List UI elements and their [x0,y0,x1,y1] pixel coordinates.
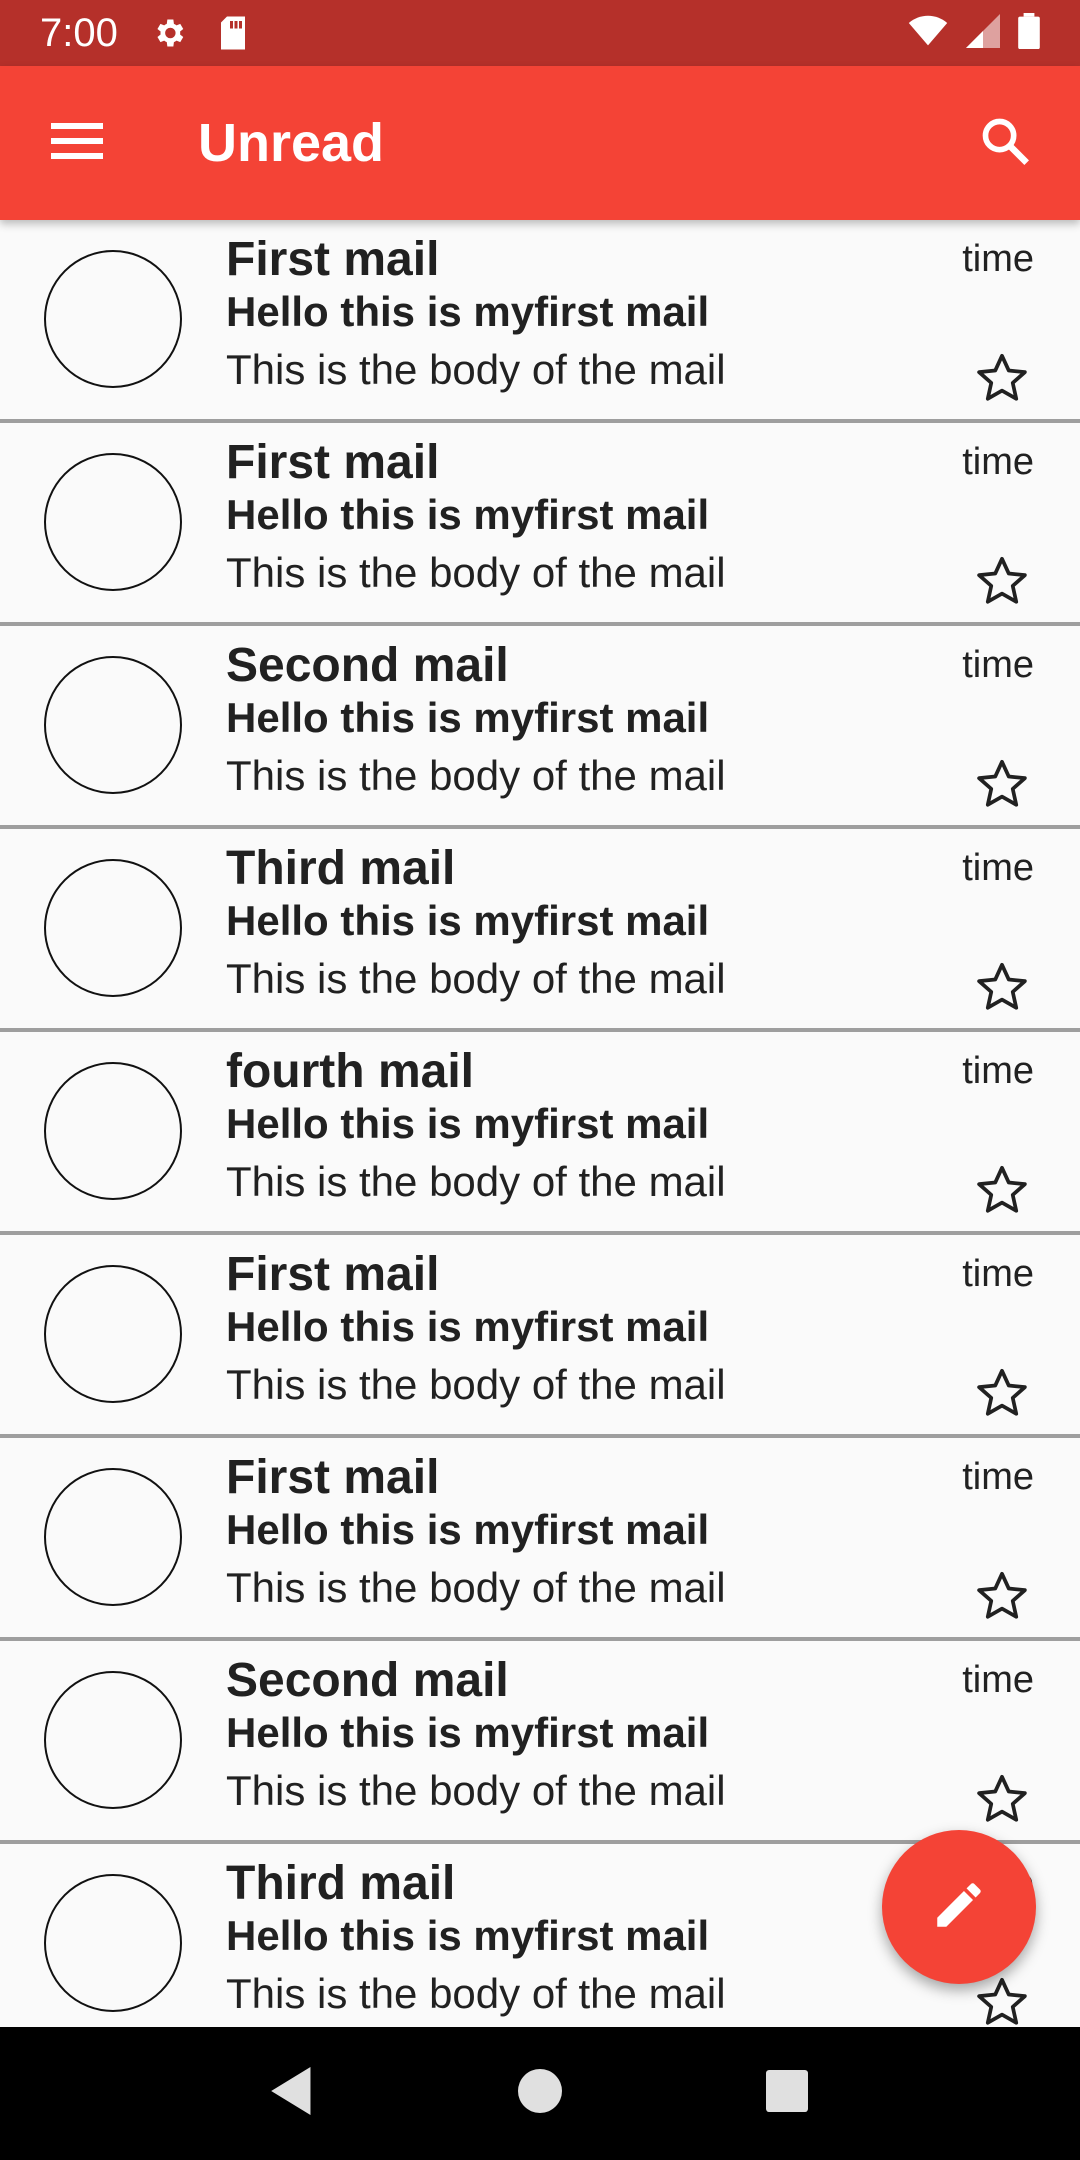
star-icon [974,1974,1030,2028]
star-button[interactable] [970,957,1034,1021]
avatar [44,1062,182,1200]
star-icon [974,756,1030,817]
avatar [44,859,182,997]
mail-sender: Second mail [226,1654,509,1707]
mail-time: time [962,1659,1034,1701]
home-button[interactable] [495,2049,585,2139]
mail-body: This is the body of the mail [226,1361,726,1408]
mail-body: This is the body of the mail [226,549,726,596]
avatar [44,250,182,388]
menu-button[interactable] [38,104,116,182]
mail-time: time [962,1253,1034,1295]
mail-time: time [962,238,1034,280]
star-button[interactable] [970,1566,1034,1630]
avatar [44,1265,182,1403]
star-button[interactable] [970,1769,1034,1833]
battery-icon [1018,12,1040,54]
avatar [44,1468,182,1606]
star-button[interactable] [970,1160,1034,1224]
mail-body: This is the body of the mail [226,1564,726,1611]
mail-body: This is the body of the mail [226,346,726,393]
mail-list-item[interactable]: fourth mail Hello this is myfirst mail T… [0,1032,1080,1235]
wifi-icon [908,15,948,52]
mail-body: This is the body of the mail [226,752,726,799]
menu-icon [51,121,103,166]
mail-sender: Third mail [226,842,456,895]
mail-list-item[interactable]: First mail Hello this is myfirst mail Th… [0,1438,1080,1641]
pencil-icon [930,1876,988,1939]
back-icon [270,2067,316,2120]
navigation-bar [0,2027,1080,2160]
star-button[interactable] [970,348,1034,412]
mail-time: time [962,1050,1034,1092]
star-icon [974,1568,1030,1629]
mail-time: time [962,1456,1034,1498]
mail-subject: Hello this is myfirst mail [226,491,710,538]
star-button[interactable] [970,754,1034,818]
mail-subject: Hello this is myfirst mail [226,1303,710,1350]
avatar [44,453,182,591]
sd-card-icon [214,14,252,52]
mail-body: This is the body of the mail [226,1767,726,1814]
mail-list-item[interactable]: First mail Hello this is myfirst mail Th… [0,423,1080,626]
mail-list-item[interactable]: Third mail Hello this is myfirst mail Th… [0,829,1080,1032]
mail-list-item[interactable]: First mail Hello this is myfirst mail Th… [0,1235,1080,1438]
mail-list-item[interactable]: First mail Hello this is myfirst mail Th… [0,220,1080,423]
compose-button[interactable] [882,1830,1036,1984]
mail-subject: Hello this is myfirst mail [226,288,710,335]
avatar [44,1671,182,1809]
gear-icon [150,14,188,52]
page-title: Unread [198,113,385,173]
recents-button[interactable] [742,2049,832,2139]
search-button[interactable] [960,98,1050,188]
recents-icon [765,2070,808,2117]
mail-list[interactable]: First mail Hello this is myfirst mail Th… [0,220,1080,2027]
mail-sender: First mail [226,436,440,489]
search-icon [979,115,1031,172]
mail-subject: Hello this is myfirst mail [226,694,710,741]
app-bar: Unread [0,66,1080,220]
status-time: 7:00 [40,10,118,55]
mail-body: This is the body of the mail [226,955,726,1002]
status-bar: 7:00 [0,0,1080,66]
mail-time: time [962,441,1034,483]
star-icon [974,1771,1030,1832]
star-icon [974,553,1030,614]
mail-sender: First mail [226,1248,440,1301]
mail-sender: First mail [226,1451,440,1504]
mail-time: time [962,847,1034,889]
star-button[interactable] [970,1363,1034,1427]
mail-list-item[interactable]: Second mail Hello this is myfirst mail T… [0,1641,1080,1844]
avatar [44,1874,182,2012]
star-icon [974,959,1030,1020]
mail-time: time [962,644,1034,686]
mail-list-item[interactable]: Second mail Hello this is myfirst mail T… [0,626,1080,829]
mail-subject: Hello this is myfirst mail [226,1912,710,1959]
mail-subject: Hello this is myfirst mail [226,897,710,944]
star-button[interactable] [970,551,1034,615]
mail-subject: Hello this is myfirst mail [226,1709,710,1756]
back-button[interactable] [248,2049,338,2139]
star-icon [974,1365,1030,1426]
mail-sender: Third mail [226,1857,456,1910]
star-icon [974,1162,1030,1223]
home-icon [517,2069,562,2118]
mail-subject: Hello this is myfirst mail [226,1100,710,1147]
star-icon [974,350,1030,411]
signal-icon [966,13,1000,53]
mail-body: This is the body of the mail [226,1970,726,2017]
mail-subject: Hello this is myfirst mail [226,1506,710,1553]
mail-sender: First mail [226,233,440,286]
mail-sender: Second mail [226,639,509,692]
mail-sender: fourth mail [226,1045,474,1098]
mail-body: This is the body of the mail [226,1158,726,1205]
avatar [44,656,182,794]
